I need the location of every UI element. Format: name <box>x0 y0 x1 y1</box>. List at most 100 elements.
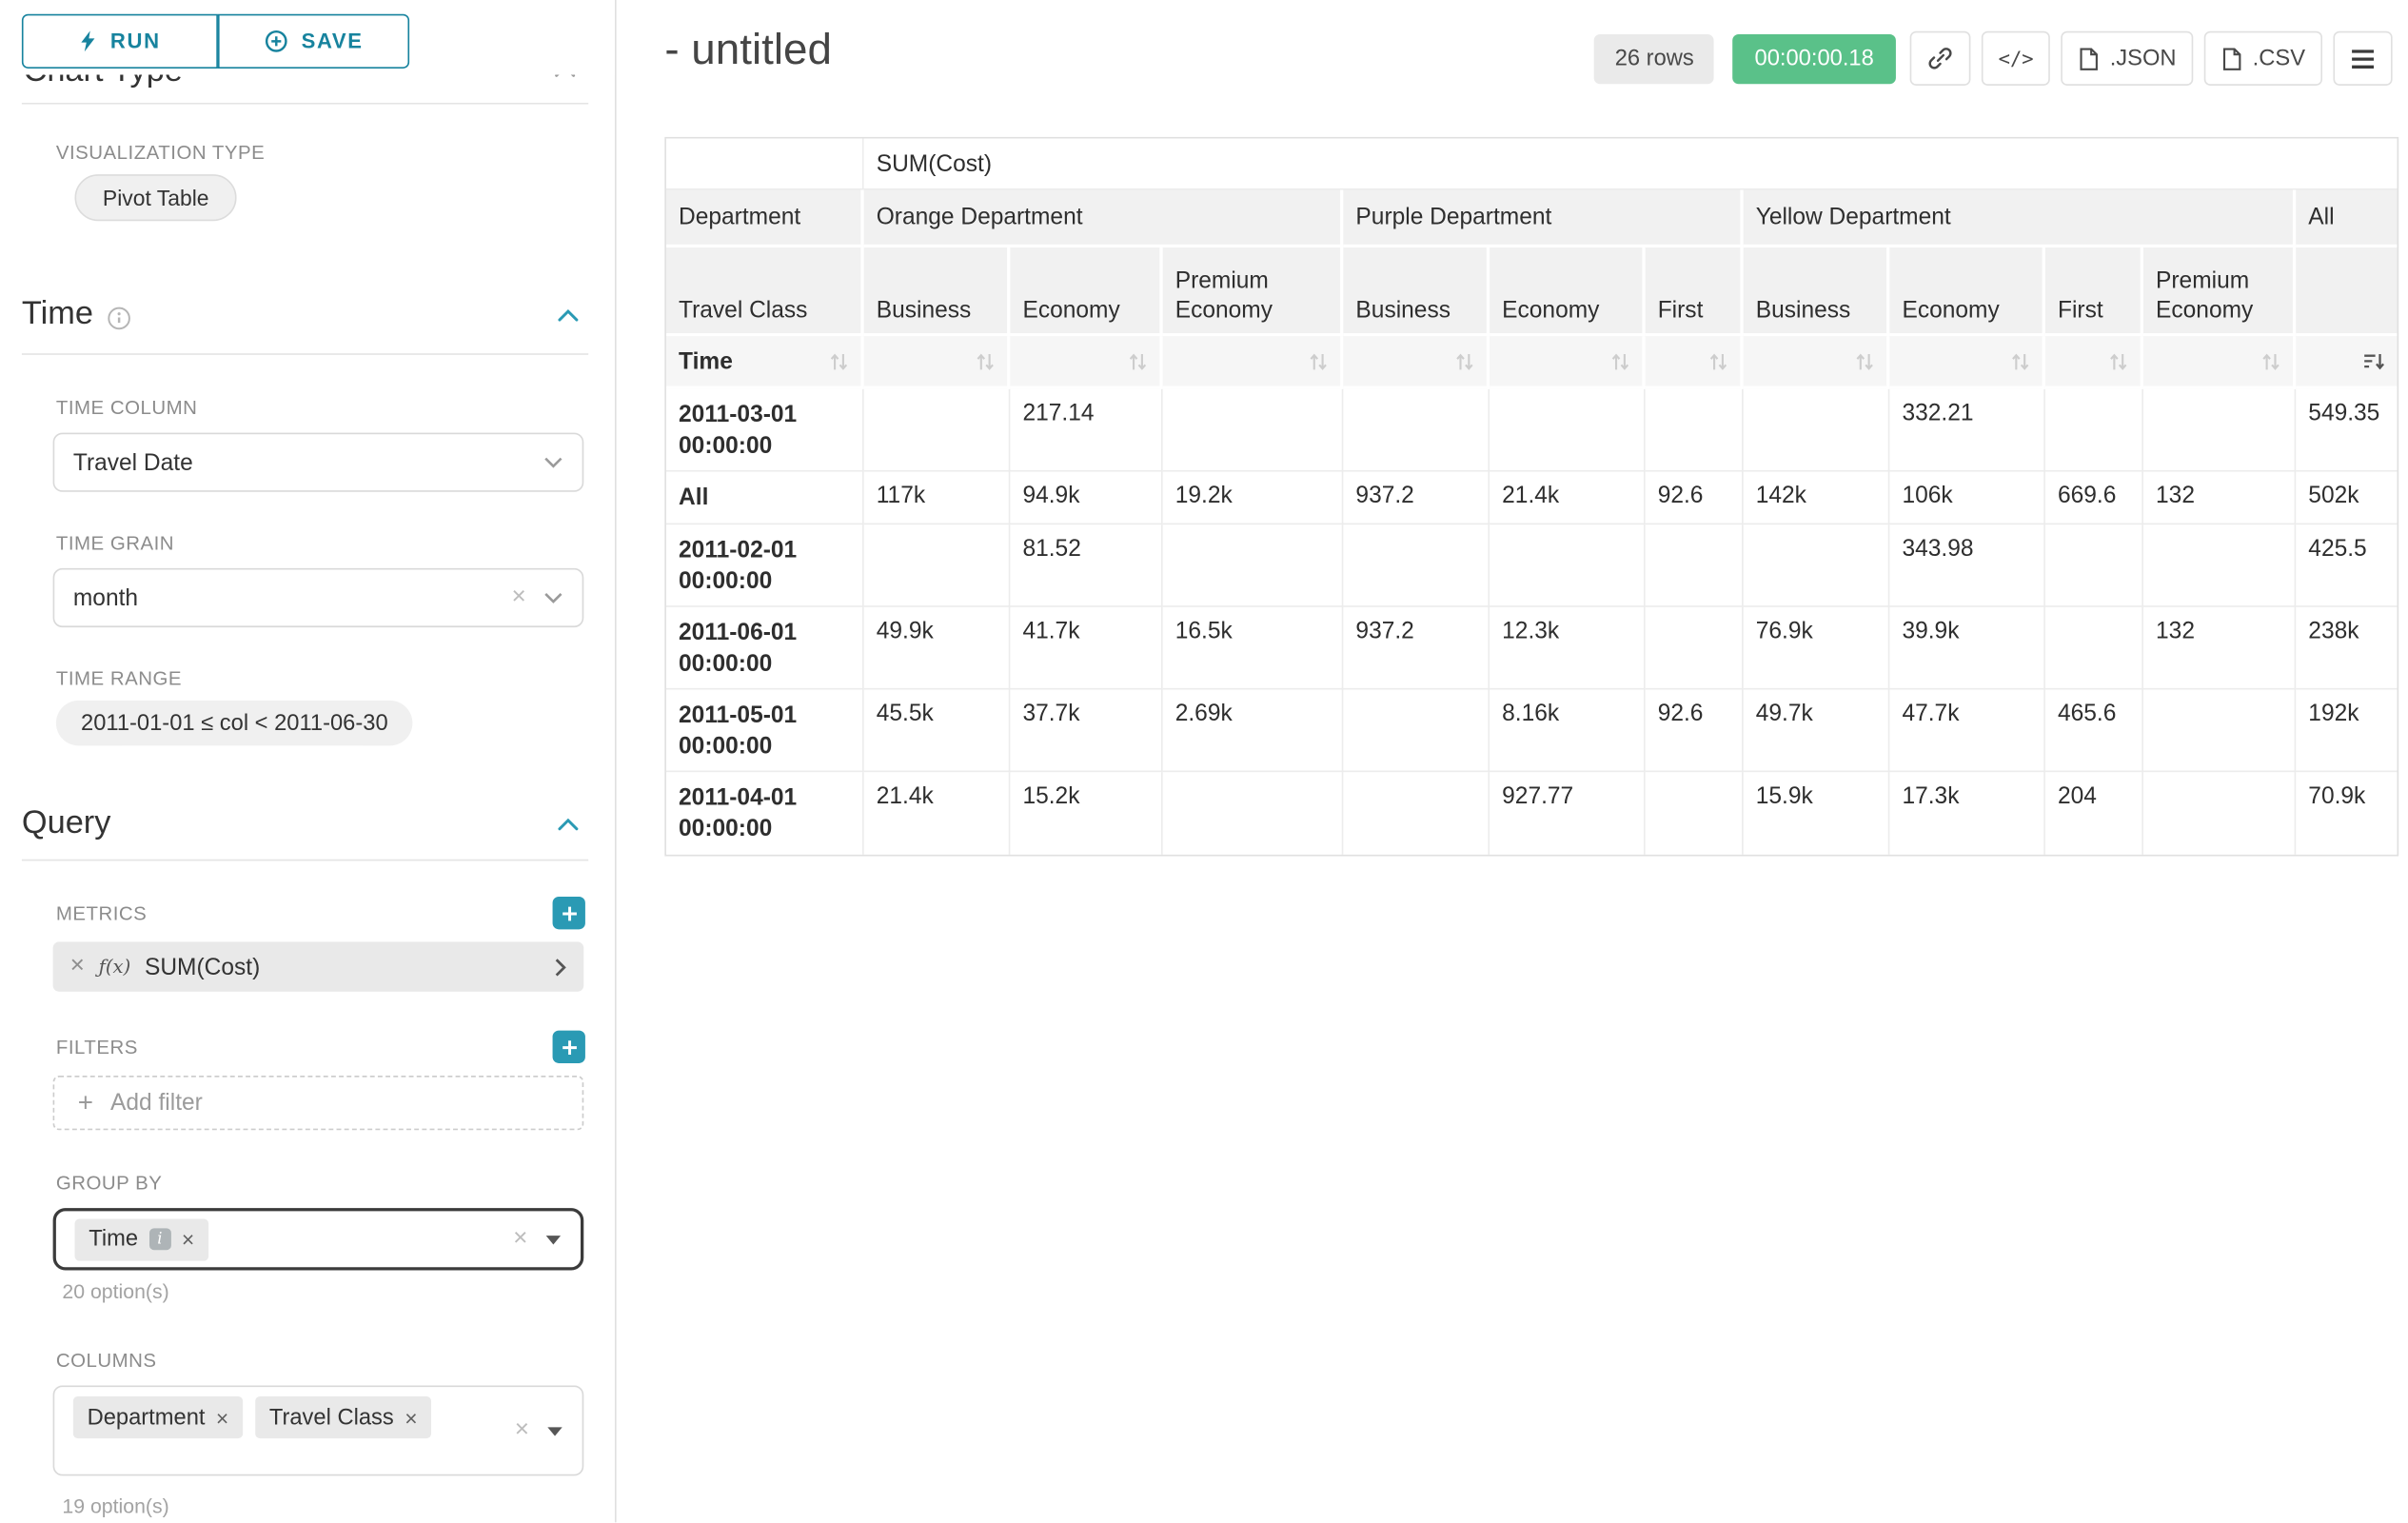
pivot-value-cell: 425.5 <box>2296 524 2397 607</box>
run-button[interactable]: RUN <box>22 14 218 69</box>
chevron-up-icon[interactable] <box>557 307 579 322</box>
metric-name: SUM(Cost) <box>145 954 260 980</box>
sort-icon <box>830 351 849 371</box>
caret-down-icon[interactable] <box>546 1425 563 1435</box>
share-link-button[interactable] <box>1909 31 1970 86</box>
remove-chip-icon[interactable]: × <box>216 1405 228 1430</box>
export-json-button[interactable]: .JSON <box>2062 31 2194 86</box>
time-column-select[interactable]: Travel Date <box>53 433 584 492</box>
columns-chip-label: Department <box>88 1405 206 1430</box>
pivot-value-cell: 142k <box>1744 472 1890 525</box>
add-filter-dropzone[interactable]: + Add filter <box>53 1076 584 1130</box>
pivot-value-cell: 8.16k <box>1490 689 1646 772</box>
pivot-value-cell: 204 <box>2045 772 2143 855</box>
columns-select[interactable]: Department × Travel Class × × <box>53 1386 584 1476</box>
info-icon: i <box>148 1228 170 1250</box>
export-csv-button[interactable]: .CSV <box>2204 31 2322 86</box>
pivot-row-label: 2011-06-01 00:00:00 <box>666 607 864 690</box>
bolt-icon <box>79 30 96 53</box>
time-grain-select[interactable]: month × <box>53 568 584 627</box>
clear-icon[interactable]: × <box>513 1227 527 1252</box>
time-section-header[interactable]: Time <box>22 296 588 333</box>
pivot-sort-cell[interactable] <box>1889 336 2045 389</box>
pivot-value-cell <box>1646 524 1744 607</box>
time-section-title: Time <box>22 296 93 333</box>
superset-explore-view: Chart Type RUN SAVE <box>0 0 2408 1522</box>
query-section-title: Query <box>22 805 111 842</box>
run-save-button-group: RUN SAVE <box>22 14 409 69</box>
remove-chip-icon[interactable]: × <box>182 1227 194 1252</box>
time-range-pill[interactable]: 2011-01-01 ≤ col < 2011-06-30 <box>56 701 413 745</box>
pivot-row-dimension-cell[interactable]: Time <box>666 336 864 389</box>
pivot-sort-cell[interactable] <box>1646 336 1744 389</box>
pivot-value-cell <box>2143 689 2296 772</box>
info-icon <box>108 307 131 330</box>
pivot-sort-cell[interactable] <box>1010 336 1162 389</box>
group-by-chip[interactable]: Time i × <box>74 1218 207 1260</box>
pivot-group-header: Purple Department <box>1343 190 1743 248</box>
pivot-subcolumn-header: First <box>1646 247 1744 336</box>
pivot-sort-cell[interactable] <box>1343 336 1490 389</box>
chevron-down-icon <box>543 456 563 468</box>
pivot-subcolumn-header: First <box>2045 247 2143 336</box>
plus-circle-icon <box>264 30 287 53</box>
pivot-value-cell <box>2045 524 2143 607</box>
file-icon <box>2221 46 2243 70</box>
add-metric-button[interactable] <box>553 897 585 929</box>
pivot-value-cell <box>864 524 1011 607</box>
chevron-down-icon <box>543 591 563 603</box>
pivot-sort-cell[interactable] <box>1163 336 1344 389</box>
time-grain-value: month <box>73 584 138 611</box>
group-by-select[interactable]: Time i × × <box>53 1208 584 1270</box>
pivot-col-dimension-label: Department <box>666 190 864 248</box>
pivot-value-cell: 132 <box>2143 607 2296 690</box>
pivot-value-cell: 132 <box>2143 472 2296 525</box>
run-button-label: RUN <box>110 30 161 53</box>
pivot-sort-cell[interactable] <box>1744 336 1890 389</box>
pivot-sort-cell[interactable] <box>2143 336 2296 389</box>
columns-chip[interactable]: Department × <box>73 1396 243 1438</box>
clear-icon[interactable]: × <box>511 585 525 610</box>
chevron-right-icon[interactable] <box>554 957 566 977</box>
visualization-type-label: VISUALIZATION TYPE <box>56 142 265 164</box>
pivot-value-cell: 15.9k <box>1744 772 1890 855</box>
pivot-sort-cell[interactable] <box>864 336 1011 389</box>
visualization-type-pill[interactable]: Pivot Table <box>74 174 236 221</box>
query-section-header[interactable]: Query <box>22 805 588 842</box>
pivot-value-cell <box>2143 772 2296 855</box>
sort-icon <box>2261 351 2280 371</box>
pivot-value-cell <box>1343 689 1490 772</box>
pivot-table-container: SUM(Cost)DepartmentOrange DepartmentPurp… <box>664 137 2398 857</box>
pivot-value-cell: 47.7k <box>1889 689 2045 772</box>
pivot-value-cell <box>2143 389 2296 472</box>
pivot-value-cell <box>1163 524 1344 607</box>
pivot-value-cell <box>2045 389 2143 472</box>
add-filter-placeholder: Add filter <box>110 1090 203 1117</box>
pivot-sort-cell[interactable] <box>1490 336 1646 389</box>
pivot-value-cell: 343.98 <box>1889 524 2045 607</box>
pivot-group-header: All <box>2296 190 2397 248</box>
pivot-value-cell: 117k <box>864 472 1011 525</box>
save-button-label: SAVE <box>302 30 364 53</box>
chevron-up-icon[interactable] <box>557 817 579 831</box>
pivot-subcolumn-header: Business <box>1343 247 1490 336</box>
add-filter-button[interactable] <box>553 1031 585 1063</box>
clear-icon[interactable]: × <box>515 1418 529 1443</box>
control-panel: Chart Type RUN SAVE <box>0 0 617 1522</box>
remove-metric-icon[interactable]: × <box>70 955 85 979</box>
row-count-badge: 26 rows <box>1594 33 1714 83</box>
save-button[interactable]: SAVE <box>218 14 409 69</box>
pivot-value-cell: 238k <box>2296 607 2397 690</box>
sidebar-action-bar: RUN SAVE <box>0 0 615 74</box>
caret-down-icon[interactable] <box>544 1234 562 1244</box>
pivot-data-row: 2011-06-01 00:00:0049.9k41.7k16.5k937.21… <box>666 607 2398 690</box>
pivot-sort-cell[interactable] <box>2296 336 2397 389</box>
embed-code-button[interactable]: </> <box>1982 31 2051 86</box>
pivot-row-label: 2011-04-01 00:00:00 <box>666 772 864 855</box>
columns-chip[interactable]: Travel Class × <box>255 1396 431 1438</box>
pivot-value-cell: 37.7k <box>1010 689 1162 772</box>
pivot-sort-cell[interactable] <box>2045 336 2143 389</box>
remove-chip-icon[interactable]: × <box>405 1405 417 1430</box>
metric-chip[interactable]: × ƒ(x) SUM(Cost) <box>53 941 584 991</box>
menu-button[interactable] <box>2333 31 2392 86</box>
